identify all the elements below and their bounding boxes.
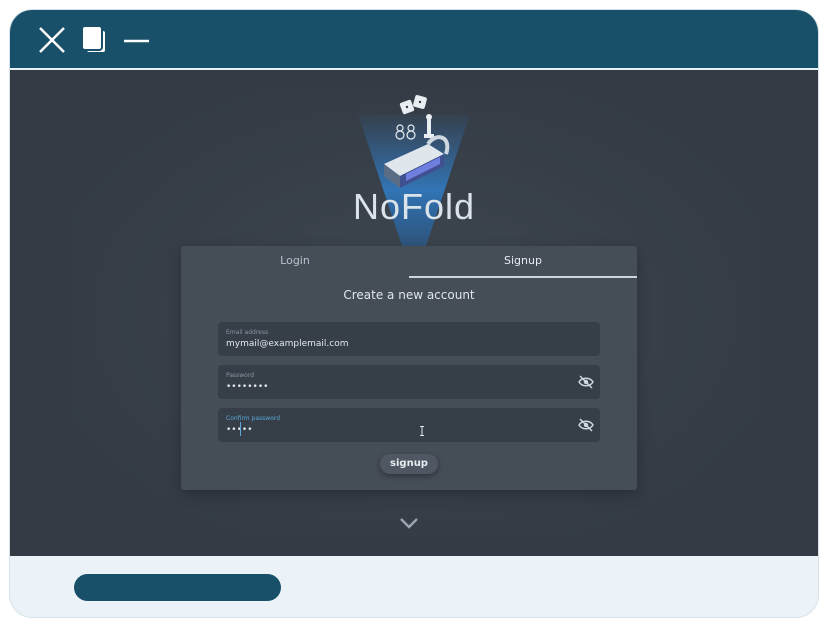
title-bar <box>10 10 818 68</box>
signup-button[interactable]: signup <box>380 454 438 474</box>
app-window: NoFold Login Signup Create a new account… <box>10 10 818 617</box>
confirm-password-label: Confirm password <box>226 415 281 422</box>
restore-icon <box>81 25 107 54</box>
password-value: •••••••• <box>226 382 269 392</box>
nofold-logo <box>358 95 470 252</box>
email-value: mymail@examplemail.com <box>226 339 349 349</box>
auth-card: Login Signup Create a new account Email … <box>181 246 637 490</box>
close-button[interactable] <box>36 24 68 56</box>
dice-icon <box>399 95 427 115</box>
tab-signup[interactable]: Signup <box>409 246 637 278</box>
restore-button[interactable] <box>78 24 110 56</box>
text-caret <box>240 422 241 436</box>
app-content: NoFold Login Signup Create a new account… <box>10 70 818 556</box>
minimize-icon <box>124 39 149 43</box>
email-field[interactable]: Email address mymail@examplemail.com <box>218 322 600 356</box>
active-tab-indicator <box>409 276 637 278</box>
tab-login[interactable]: Login <box>181 246 409 278</box>
form-title: Create a new account <box>343 288 475 302</box>
close-icon <box>39 27 65 53</box>
minimize-button[interactable] <box>120 24 152 56</box>
email-label: Email address <box>226 329 269 336</box>
eye-off-icon[interactable] <box>578 374 594 390</box>
password-field[interactable]: Password •••••••• <box>218 365 600 399</box>
password-label: Password <box>226 372 255 379</box>
taskbar-pill[interactable] <box>74 574 281 601</box>
app-brand-name: NoFold <box>352 186 476 227</box>
chevron-down-icon[interactable] <box>398 516 420 530</box>
text-cursor-icon <box>420 426 424 436</box>
confirm-password-field[interactable]: Confirm password ••••• <box>218 408 600 442</box>
eye-off-icon[interactable] <box>578 417 594 433</box>
